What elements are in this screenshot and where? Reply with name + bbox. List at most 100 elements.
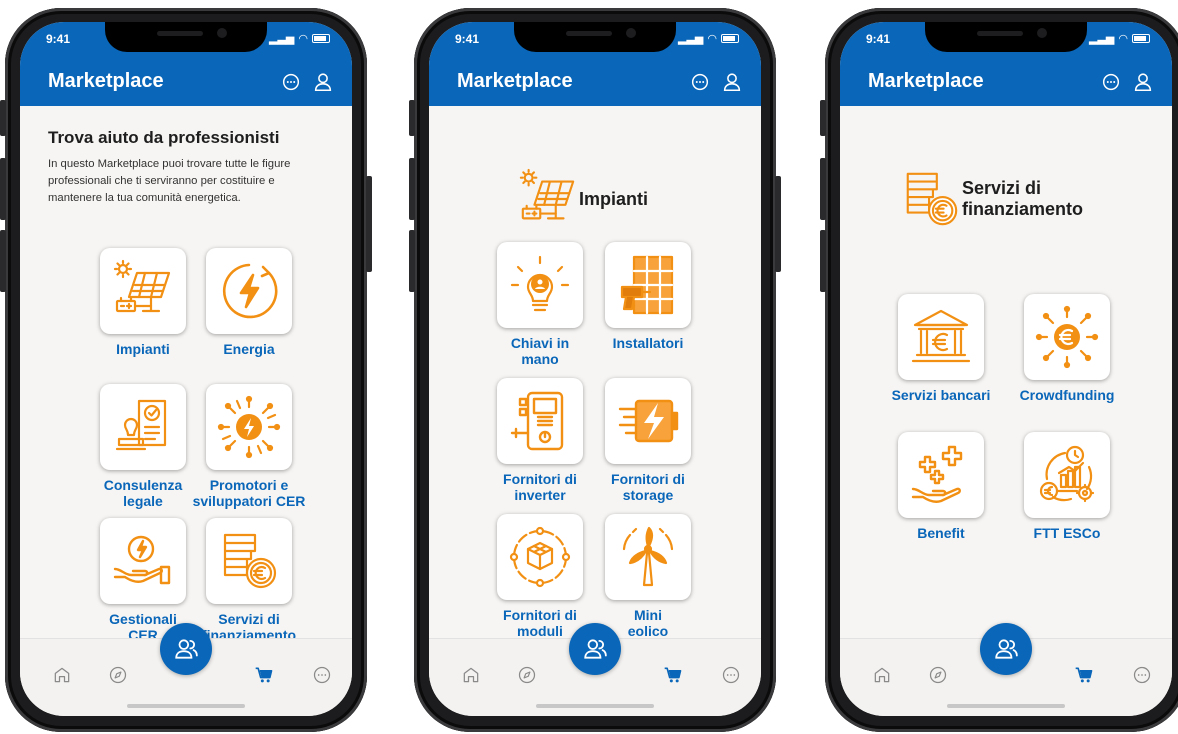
notch [514,22,676,52]
tile-fornitori-inverter[interactable]: Fornitori di inverter [497,378,583,503]
tile-label: FTT ESCo [1033,525,1101,541]
tile-servizi-bancari[interactable]: Servizi bancari [892,294,990,403]
app-title: Marketplace [868,70,984,92]
status-time: 9:41 [455,32,480,46]
cart-icon[interactable] [1074,665,1094,685]
intro-title: Trova aiuto da professionisti [48,128,280,147]
tile-label: Mini eolico [627,607,669,639]
more-icon[interactable] [721,665,741,685]
people-icon [173,636,199,662]
tile-label: Benefit [917,525,965,541]
home-icon[interactable] [52,665,72,685]
volume-up-button [820,158,826,220]
status-time: 9:41 [46,32,71,46]
explore-icon[interactable] [517,665,537,685]
community-button[interactable] [980,623,1032,675]
coins-euro-icon [217,529,281,593]
tile-energia[interactable]: Energia [206,248,292,357]
solar-panel-icon [517,168,579,230]
tile-fornitori-moduli[interactable]: Fornitori di moduli [497,514,583,639]
home-indicator [947,704,1065,708]
community-button[interactable] [569,623,621,675]
notch [105,22,267,52]
mute-switch [0,100,6,136]
phone-frame-marketplace-home: 9:41 ▂▃▅ ◠ Marketplace Trova aiuto da pr… [0,8,372,732]
bottom-nav [20,623,352,716]
battery-icon [312,34,330,43]
profile-icon[interactable] [721,71,743,93]
signal-icon: ▂▃▅ [1089,33,1115,45]
bottom-nav [429,623,761,716]
tile-installatori[interactable]: Installatori [605,242,691,351]
people-icon [582,636,608,662]
inverter-icon [508,389,572,453]
tile-impianti[interactable]: Impianti [100,248,186,357]
chat-icon[interactable] [280,71,302,93]
status-time: 9:41 [866,32,891,46]
tile-gestionali-cer[interactable]: Gestionali CER [100,518,186,643]
volume-up-button [0,158,6,220]
mute-switch [820,100,826,136]
screen-impianti: 9:41 ▂▃▅ ◠ Marketplace Impianti Chiavi i… [429,22,761,716]
tile-label: Fornitori di inverter [503,471,577,503]
coins-euro-icon [900,168,962,230]
tile-mini-eolico[interactable]: Mini eolico [605,514,691,639]
explore-icon[interactable] [928,665,948,685]
hand-energy-icon [111,529,175,593]
community-button[interactable] [160,623,212,675]
tile-consulenza-legale[interactable]: Consulenza legale [100,384,186,509]
screen-marketplace-home: 9:41 ▂▃▅ ◠ Marketplace Trova aiuto da pr… [20,22,352,716]
main-content: Impianti Chiavi in mano Installatori For… [429,106,761,639]
tile-servizi-finanziamento[interactable]: Servizi di finanziamento [202,518,296,643]
tile-label: Energia [223,341,275,357]
section-header: Impianti [517,168,648,230]
volume-down-button [820,230,826,292]
profile-icon[interactable] [1132,71,1154,93]
bank-euro-icon [909,305,973,369]
people-icon [993,636,1019,662]
power-button [366,176,372,272]
signal-icon: ▂▃▅ [678,33,704,45]
tile-fornitori-storage[interactable]: Fornitori di storage [605,378,691,503]
lightning-circle-icon [217,259,281,323]
screen-servizi-finanziamento: 9:41 ▂▃▅ ◠ Marketplace Servizi di finanz… [840,22,1172,716]
more-icon[interactable] [1132,665,1152,685]
volume-up-button [409,158,415,220]
chat-icon[interactable] [689,71,711,93]
installer-drill-icon [616,253,680,317]
tile-label: Installatori [612,335,684,351]
battery-icon [721,34,739,43]
tile-label: Servizi bancari [891,387,991,403]
home-icon[interactable] [872,665,892,685]
tile-promotori-sviluppatori-cer[interactable]: Promotori e sviluppatori CER [193,384,305,509]
energy-network-icon [217,395,281,459]
more-icon[interactable] [312,665,332,685]
tile-label: Promotori e sviluppatori CER [192,477,306,509]
section-header: Servizi di finanziamento [900,168,1112,230]
profile-icon[interactable] [312,71,334,93]
home-icon[interactable] [461,665,481,685]
status-icons: ▂▃▅ ◠ [678,32,739,45]
home-indicator [536,704,654,708]
wifi-icon: ◠ [1118,33,1128,45]
status-icons: ▂▃▅ ◠ [269,32,330,45]
phone-frame-servizi-finanziamento: 9:41 ▂▃▅ ◠ Marketplace Servizi di finanz… [820,8,1178,732]
power-button [775,176,781,272]
app-title: Marketplace [457,70,573,92]
tile-ftt-esco[interactable]: FTT ESCo [1024,432,1110,541]
intro-text: In questo Marketplace puoi trovare tutte… [48,158,291,204]
tile-crowdfunding[interactable]: Crowdfunding [1020,294,1114,403]
legal-stamp-icon [111,395,175,459]
explore-icon[interactable] [108,665,128,685]
tile-chiavi-in-mano[interactable]: Chiavi in mano [497,242,583,367]
home-indicator [127,704,245,708]
chat-icon[interactable] [1100,71,1122,93]
tile-benefit[interactable]: Benefit [898,432,984,541]
tile-label: Consulenza legale [103,477,183,509]
wifi-icon: ◠ [707,33,717,45]
cart-icon[interactable] [254,665,274,685]
battery-icon [1132,34,1150,43]
cart-icon[interactable] [663,665,683,685]
volume-down-button [0,230,6,292]
app-title: Marketplace [48,70,164,92]
